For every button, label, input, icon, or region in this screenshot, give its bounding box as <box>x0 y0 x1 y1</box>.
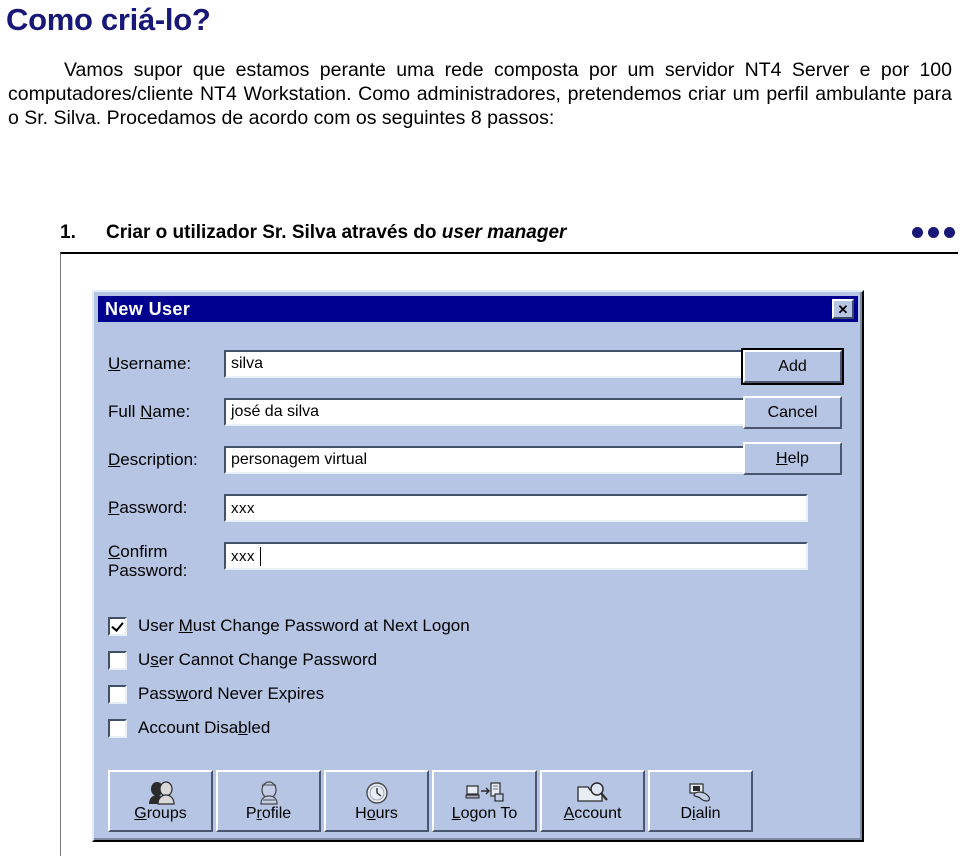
fullname-input[interactable]: josé da silva <box>224 398 808 426</box>
fullname-label: Full Name: <box>108 402 191 421</box>
logon-to-button[interactable]: Logon To <box>432 770 537 832</box>
description-label: Description: <box>108 450 198 469</box>
checkbox-label: User Cannot Change Password <box>138 650 378 669</box>
checkbox-label: Password Never Expires <box>138 684 325 703</box>
dialog-bottom-button-bar: Groups Profile Hours Logon To Account Di… <box>108 770 753 832</box>
checkbox-account-disabled[interactable]: Account Disabled <box>108 718 270 738</box>
body-paragraph: Vamos supor que estamos perante uma rede… <box>8 59 952 129</box>
step-item-1: 1. Criar o utilizador Sr. Silva através … <box>60 222 955 244</box>
two-people-icon <box>146 780 176 805</box>
username-value: silva <box>231 355 264 372</box>
password-value: xxx <box>231 499 255 517</box>
fullname-value: josé da silva <box>231 403 320 420</box>
hours-button-label: Hours <box>355 804 398 822</box>
confirm-password-label: Confirm Password: <box>108 542 188 580</box>
logon-to-button-label: Logon To <box>451 804 518 822</box>
step-number: 1. <box>60 222 76 243</box>
checkbox-user-must-change-password[interactable]: User Must Change Password at Next Logon <box>108 616 470 636</box>
dialog-form-area: Username: silva Full Name: josé da silva… <box>94 328 862 840</box>
confirm-password-input[interactable]: xxx <box>224 542 808 570</box>
groups-button[interactable]: Groups <box>108 770 213 832</box>
step-text-plain: Criar o utilizador Sr. Silva através do <box>106 222 442 243</box>
confirm-password-value: xxx <box>231 547 255 565</box>
field-row-username: Username: silva <box>108 350 808 380</box>
help-button[interactable]: Help <box>743 442 842 475</box>
username-label: Username: <box>108 354 192 373</box>
description-value: personagem virtual <box>231 451 368 468</box>
username-input[interactable]: silva <box>224 350 808 378</box>
dialog-titlebar: New User ✕ <box>98 296 858 322</box>
dialin-button-label: Dialin <box>680 804 721 822</box>
page-title: Como criá-lo? <box>6 2 211 37</box>
dialog-title: New User <box>105 298 191 319</box>
field-row-password: Password: xxx <box>108 494 808 524</box>
description-input[interactable]: personagem virtual <box>224 446 808 474</box>
profile-button-label: Profile <box>245 804 292 822</box>
groups-button-label: Groups <box>134 804 187 822</box>
checkbox-icon-checked[interactable] <box>108 616 127 636</box>
account-button[interactable]: Account <box>540 770 645 832</box>
person-head-icon <box>254 780 284 805</box>
account-button-label: Account <box>563 804 622 822</box>
step-label: Criar o utilizador Sr. Silva através do … <box>106 222 912 244</box>
checkbox-icon-unchecked[interactable] <box>108 684 127 704</box>
field-row-description: Description: personagem virtual <box>108 446 808 476</box>
step-text-italic: user manager <box>441 222 567 243</box>
cancel-button[interactable]: Cancel <box>743 396 842 429</box>
computer-to-server-icon <box>465 781 505 805</box>
checkbox-password-never-expires[interactable]: Password Never Expires <box>108 684 324 704</box>
checkbox-label: User Must Change Password at Next Logon <box>138 616 470 635</box>
add-button[interactable]: Add <box>741 348 844 385</box>
profile-button[interactable]: Profile <box>216 770 321 832</box>
modem-phone-icon <box>685 781 717 805</box>
password-input[interactable]: xxx <box>224 494 808 522</box>
hours-button[interactable]: Hours <box>324 770 429 832</box>
new-user-dialog: New User ✕ Username: silva Full Name: jo… <box>92 290 864 842</box>
field-row-confirm-password: Confirm Password: xxx <box>108 542 808 580</box>
bullet-dots-icon <box>912 227 955 241</box>
checkbox-label: Account Disabled <box>138 718 271 737</box>
folder-magnifier-icon <box>576 781 610 805</box>
clock-icon <box>364 781 390 805</box>
checkbox-icon-unchecked[interactable] <box>108 650 127 670</box>
checkbox-icon-unchecked[interactable] <box>108 718 127 738</box>
dialin-button[interactable]: Dialin <box>648 770 753 832</box>
close-icon[interactable]: ✕ <box>832 299 854 319</box>
password-label: Password: <box>108 498 188 517</box>
checkbox-user-cannot-change-password[interactable]: User Cannot Change Password <box>108 650 377 670</box>
field-row-fullname: Full Name: josé da silva <box>108 398 808 428</box>
